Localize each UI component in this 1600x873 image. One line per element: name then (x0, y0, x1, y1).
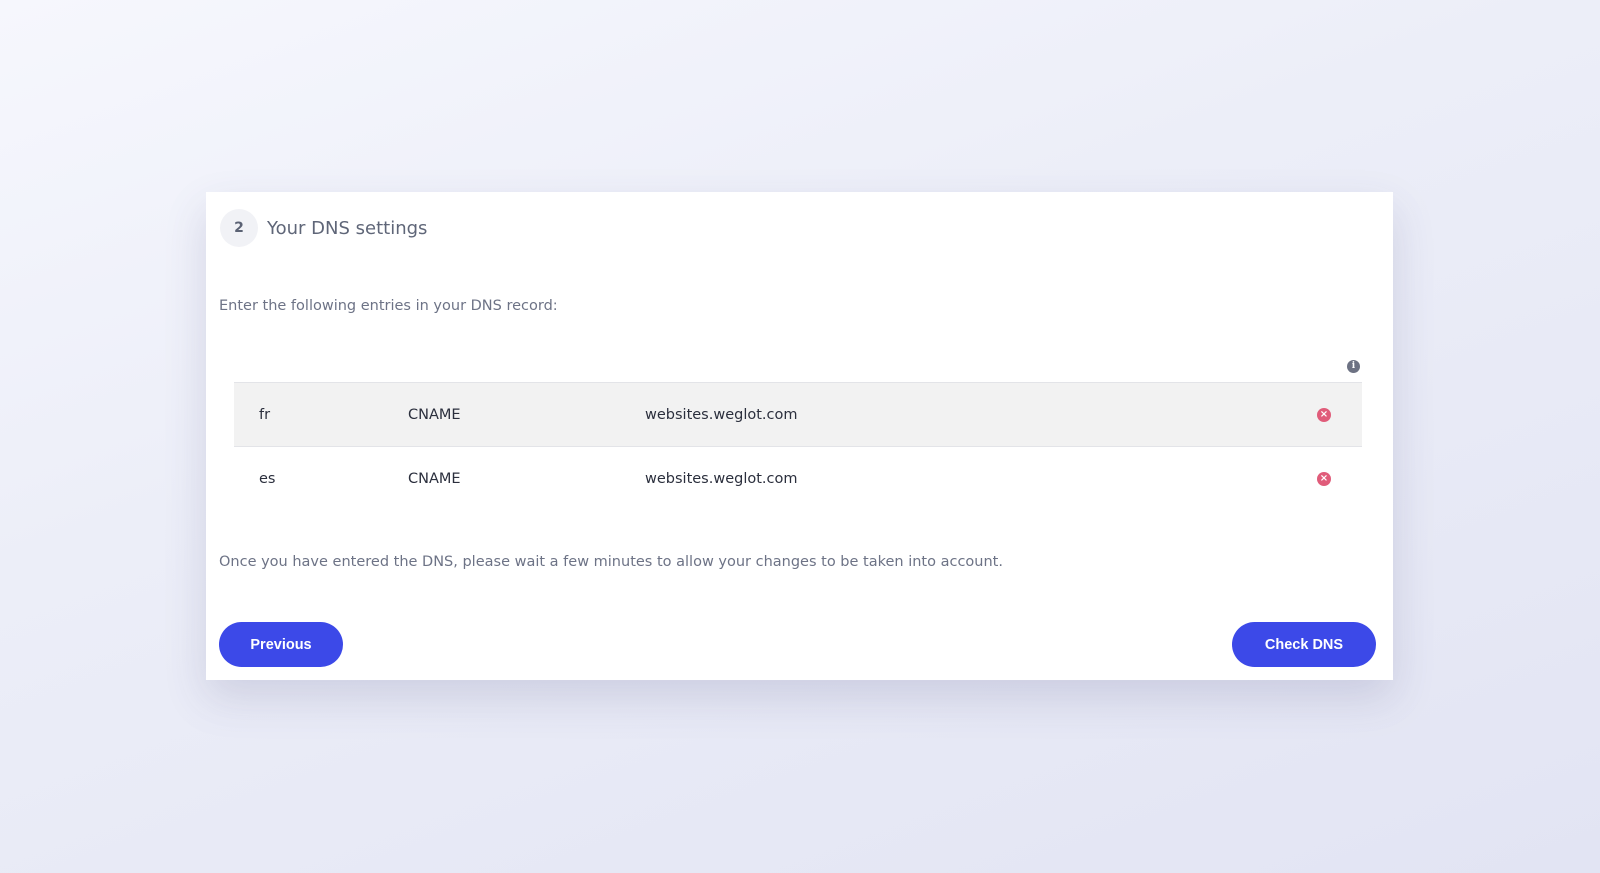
dns-type-cell: CNAME (408, 470, 461, 487)
check-dns-button[interactable]: Check DNS (1232, 622, 1376, 667)
instruction-text: Enter the following entries in your DNS … (219, 298, 558, 314)
info-icon[interactable]: i (1347, 360, 1360, 373)
table-row: fr CNAME websites.weglot.com × (234, 383, 1362, 447)
propagation-note: Once you have entered the DNS, please wa… (219, 554, 1003, 570)
dns-host-cell: es (259, 470, 276, 487)
dns-value-cell: websites.weglot.com (645, 406, 798, 423)
dns-type-cell: CNAME (408, 406, 461, 423)
table-row: es CNAME websites.weglot.com × (234, 447, 1362, 510)
step-number-badge: 2 (220, 209, 258, 247)
remove-record-icon[interactable]: × (1317, 471, 1331, 486)
previous-button[interactable]: Previous (219, 622, 343, 667)
dns-settings-card: 2 Your DNS settings Enter the following … (206, 192, 1393, 680)
step-header: 2 Your DNS settings (220, 209, 427, 247)
dns-value-cell: websites.weglot.com (645, 470, 798, 487)
step-title: Your DNS settings (267, 217, 428, 239)
remove-record-icon[interactable]: × (1317, 407, 1331, 422)
dns-records-table: fr CNAME websites.weglot.com × es CNAME … (234, 382, 1362, 510)
dns-host-cell: fr (259, 406, 271, 423)
